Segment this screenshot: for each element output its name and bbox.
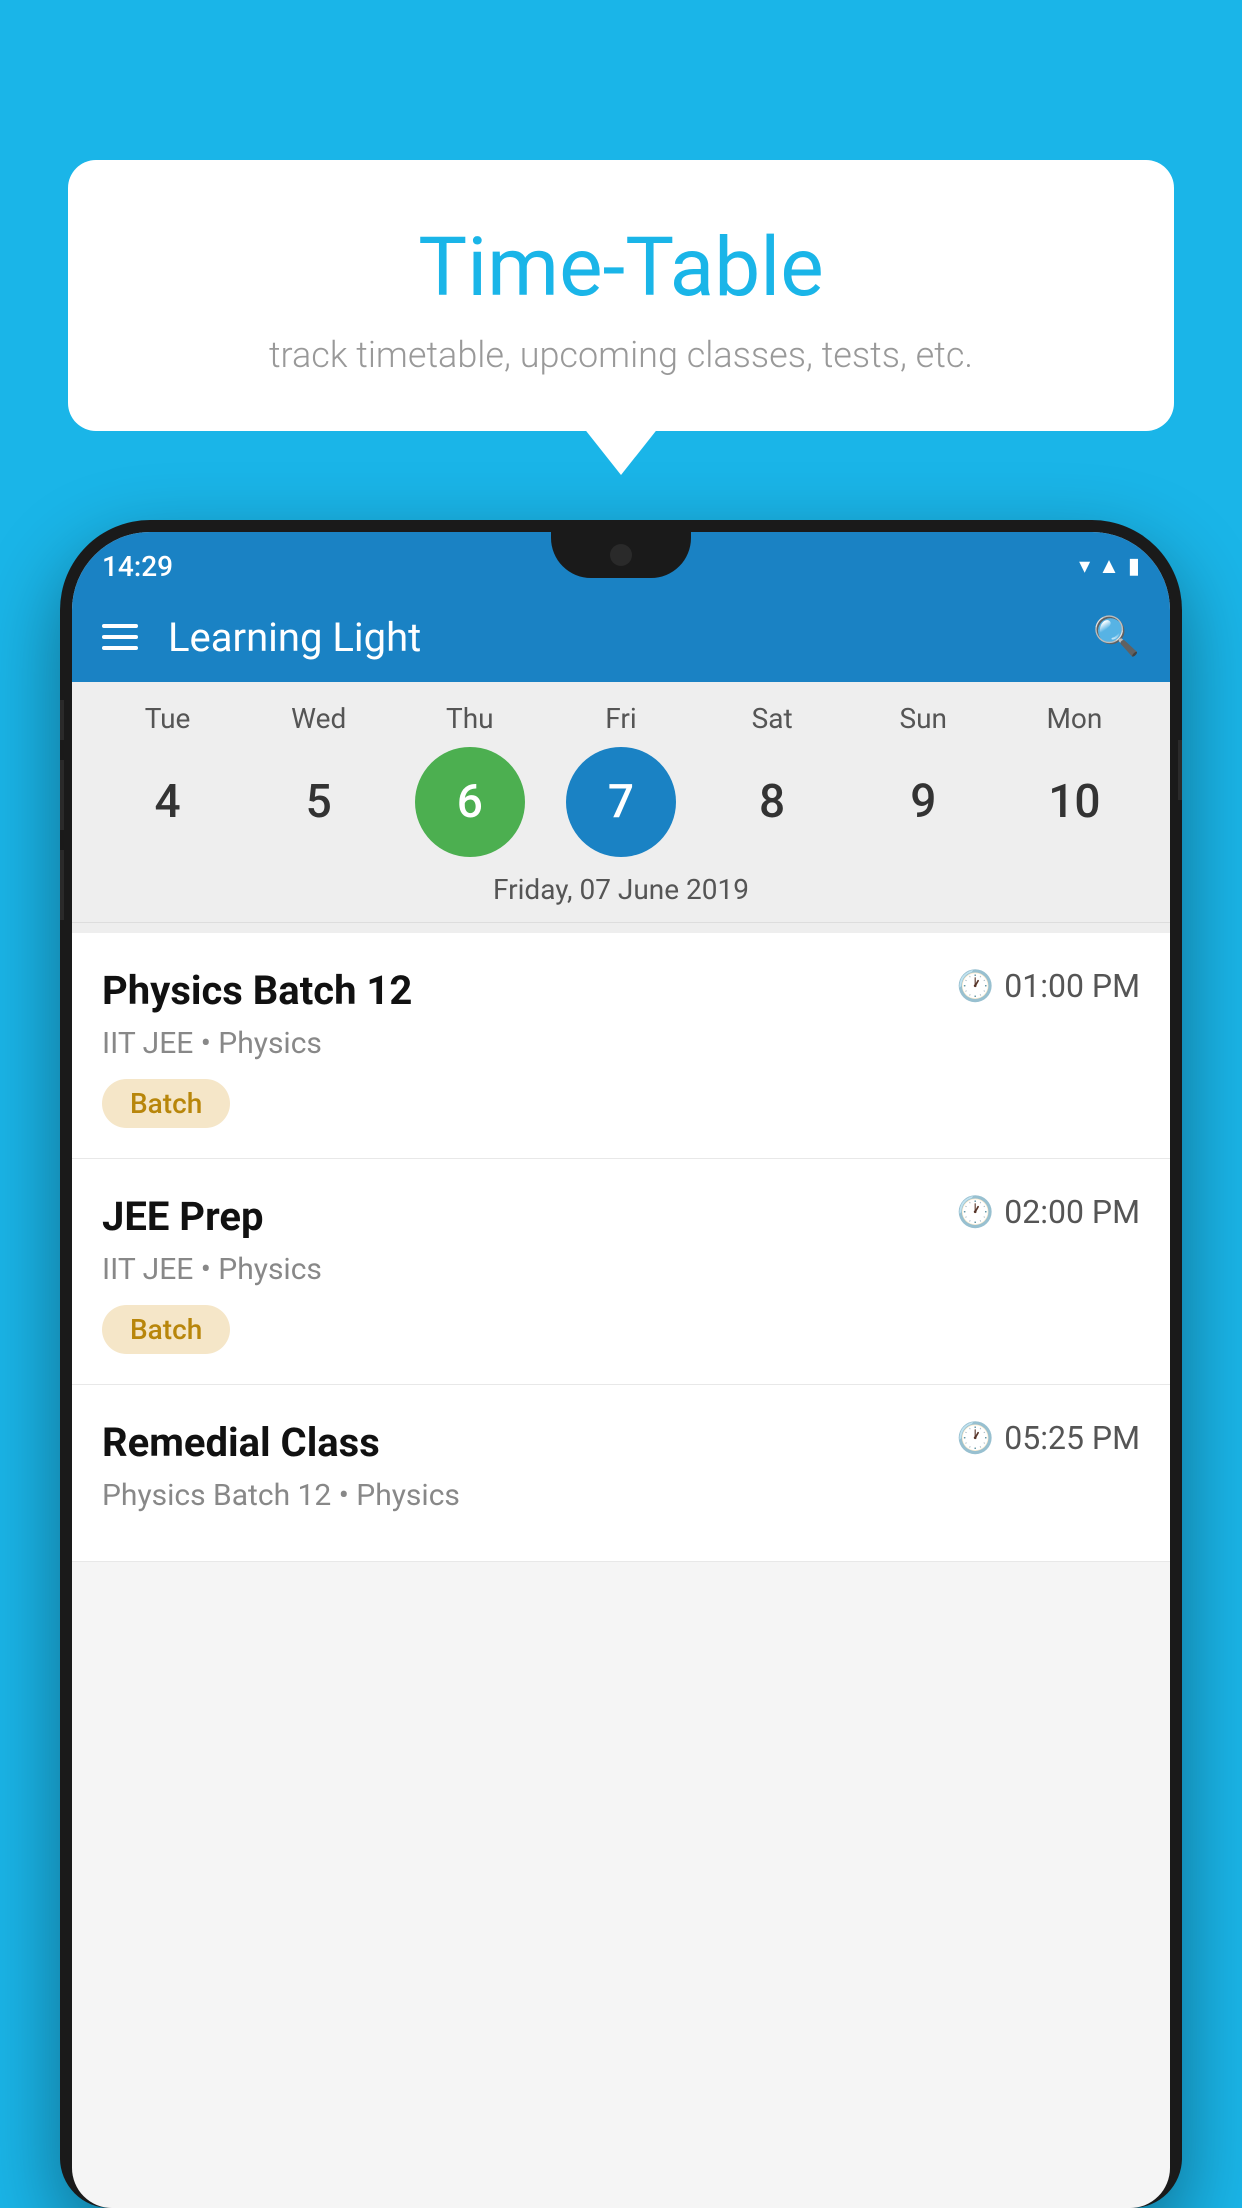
day-8[interactable]: 8 [717,747,827,857]
schedule-item-2[interactable]: JEE Prep 🕐 02:00 PM IIT JEE • Physics Ba… [72,1159,1170,1385]
volume-down-button [60,850,64,920]
status-icons: ▾ ▲ ▮ [1079,553,1140,579]
clock-icon-1: 🕐 [957,969,994,1004]
tooltip-card: Time-Table track timetable, upcoming cla… [68,160,1174,431]
day-header-thu: Thu [415,702,525,735]
calendar-strip: Tue Wed Thu Fri Sat Sun Mon 4 5 6 7 8 9 … [72,682,1170,933]
battery-icon: ▮ [1128,554,1140,579]
day-headers: Tue Wed Thu Fri Sat Sun Mon [72,702,1170,735]
time-value-3: 05:25 PM [1004,1419,1140,1457]
clock-icon-2: 🕐 [957,1195,994,1230]
volume-up-button [60,760,64,830]
day-header-sat: Sat [717,702,827,735]
status-time: 14:29 [102,550,173,583]
day-header-mon: Mon [1019,702,1129,735]
tooltip-title: Time-Table [118,220,1124,316]
day-header-tue: Tue [113,702,223,735]
search-icon[interactable]: 🔍 [1093,615,1140,659]
power-button [1178,740,1182,800]
camera [610,544,632,566]
schedule-time-3: 🕐 05:25 PM [957,1419,1140,1457]
schedule-item-1[interactable]: Physics Batch 12 🕐 01:00 PM IIT JEE • Ph… [72,933,1170,1159]
mute-button [60,700,64,740]
selected-date: Friday, 07 June 2019 [72,873,1170,923]
day-header-fri: Fri [566,702,676,735]
schedule-time-2: 🕐 02:00 PM [957,1193,1140,1231]
time-value-2: 02:00 PM [1004,1193,1140,1231]
day-4[interactable]: 4 [113,747,223,857]
app-bar: Learning Light 🔍 [72,592,1170,682]
phone-screen: 14:29 ▾ ▲ ▮ Learning Light 🔍 Tue Wed Thu [72,532,1170,2208]
schedule-title-2: JEE Prep [102,1193,263,1240]
schedule-title-3: Remedial Class [102,1419,380,1466]
batch-tag-1: Batch [102,1079,230,1128]
time-value-1: 01:00 PM [1004,967,1140,1005]
schedule-item-3[interactable]: Remedial Class 🕐 05:25 PM Physics Batch … [72,1385,1170,1562]
schedule-sub-2: IIT JEE • Physics [102,1252,1140,1287]
day-header-sun: Sun [868,702,978,735]
day-header-wed: Wed [264,702,374,735]
signal-icon: ▲ [1098,553,1120,579]
clock-icon-3: 🕐 [957,1421,994,1456]
menu-button[interactable] [102,624,138,650]
day-10[interactable]: 10 [1019,747,1129,857]
day-5[interactable]: 5 [264,747,374,857]
day-numbers: 4 5 6 7 8 9 10 [72,747,1170,857]
day-9[interactable]: 9 [868,747,978,857]
day-7-selected[interactable]: 7 [566,747,676,857]
wifi-icon: ▾ [1079,554,1090,579]
schedule-time-1: 🕐 01:00 PM [957,967,1140,1005]
day-6-today[interactable]: 6 [415,747,525,857]
app-title: Learning Light [168,614,1063,661]
tooltip-subtitle: track timetable, upcoming classes, tests… [118,334,1124,376]
schedule-sub-3: Physics Batch 12 • Physics [102,1478,1140,1513]
schedule-title-1: Physics Batch 12 [102,967,412,1014]
phone-frame: 14:29 ▾ ▲ ▮ Learning Light 🔍 Tue Wed Thu [60,520,1182,2208]
notch [551,532,691,578]
schedule-list: Physics Batch 12 🕐 01:00 PM IIT JEE • Ph… [72,933,1170,1562]
schedule-sub-1: IIT JEE • Physics [102,1026,1140,1061]
batch-tag-2: Batch [102,1305,230,1354]
